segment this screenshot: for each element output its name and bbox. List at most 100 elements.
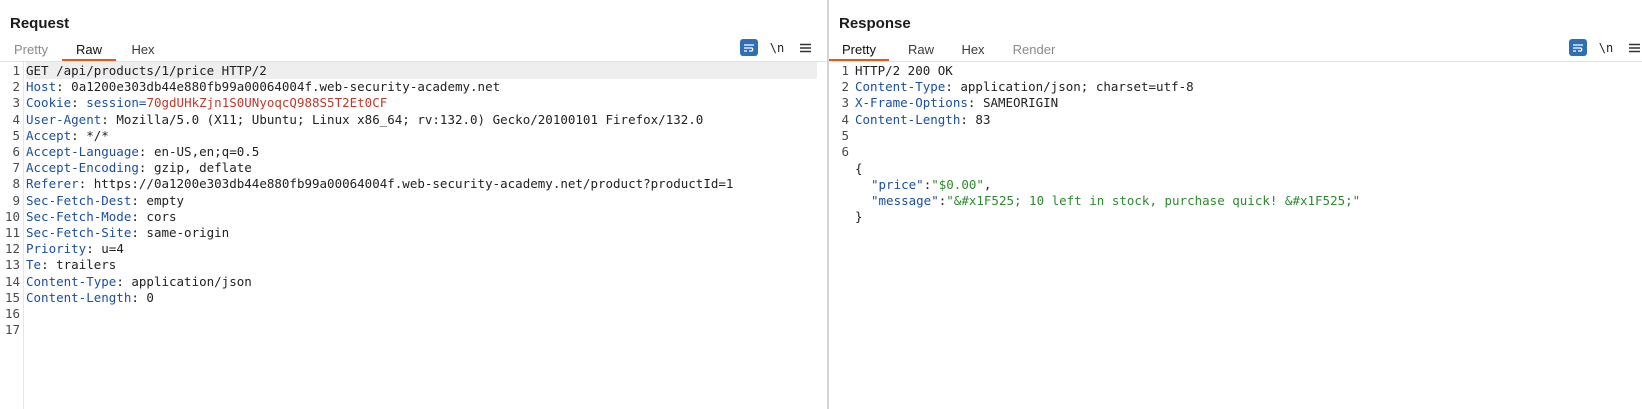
header-separator: : bbox=[71, 127, 87, 143]
header-separator: : bbox=[967, 95, 983, 111]
header-name: Accept-Language bbox=[26, 144, 139, 159]
line-number: 4 bbox=[841, 111, 849, 127]
header-value: Mozilla/5.0 (X11; Ubuntu; Linux x86_64; … bbox=[116, 111, 704, 127]
request-tab-raw[interactable]: Raw bbox=[62, 39, 116, 61]
request-line: 16 bbox=[0, 305, 817, 322]
response-toolbar: \n bbox=[1569, 39, 1642, 56]
header-value: SAMEORIGIN bbox=[982, 95, 1059, 111]
header-separator: : bbox=[101, 111, 117, 127]
line-number: 10 bbox=[4, 208, 20, 224]
header-name: Content-Type bbox=[26, 273, 117, 289]
header-value: trailers bbox=[56, 257, 117, 273]
response-line: 3 X-Frame-Options: SAMEORIGIN bbox=[829, 94, 1632, 111]
request-line: 12 Priority: u=4 bbox=[0, 240, 817, 257]
request-tab-pretty[interactable]: Pretty bbox=[10, 39, 52, 61]
header-value: gzip, deflate bbox=[153, 160, 252, 176]
line-number: 14 bbox=[4, 273, 20, 289]
response-editor[interactable]: 1 HTTP/2 200 OK 2 Content-Type: application… bbox=[829, 62, 1642, 409]
response-line: 5 bbox=[829, 127, 1632, 144]
line-number: 6 bbox=[12, 144, 20, 159]
header-value: u=4 bbox=[101, 241, 124, 257]
response-menu-button[interactable] bbox=[1625, 39, 1642, 56]
header-value: session= bbox=[86, 95, 147, 111]
header-value: cors bbox=[146, 208, 177, 224]
response-tab-raw[interactable]: Raw bbox=[895, 39, 947, 61]
response-line: 2 Content-Type: application/json; charset… bbox=[829, 78, 1632, 95]
json-close-brace: } bbox=[855, 209, 863, 224]
header-separator: : bbox=[131, 208, 147, 224]
request-editor[interactable]: 1 GET /api/products/1/price HTTP/2 2 Host: … bbox=[0, 62, 827, 409]
request-line: 13 Te: trailers bbox=[0, 256, 817, 273]
header-separator: : bbox=[138, 160, 154, 176]
line-number: 11 bbox=[4, 225, 20, 240]
header-value: 83 bbox=[975, 111, 991, 127]
request-pane: Request Pretty Raw Hex \n 1 GET /api/prod… bbox=[0, 0, 827, 409]
line-number: 12 bbox=[4, 241, 20, 257]
request-line: 2 Host: 0a1200e303db44e880fb99a00064004f.… bbox=[0, 78, 817, 95]
request-line: 1 GET /api/products/1/price HTTP/2 bbox=[0, 62, 817, 79]
request-line: 6 Accept-Language: en-US,en;q=0.5 bbox=[0, 143, 817, 160]
line-number: 2 bbox=[12, 79, 20, 95]
header-name: User-Agent bbox=[26, 111, 102, 127]
response-tabs: Pretty Raw Hex Render bbox=[829, 39, 1069, 61]
line-number: 1 bbox=[12, 63, 20, 78]
wrap-lines-icon bbox=[744, 43, 754, 52]
header-value: https://0a1200e303db44e880fb99a00064004f… bbox=[93, 176, 734, 192]
response-wrap-lines-button[interactable] bbox=[1569, 39, 1587, 56]
line-number: 2 bbox=[841, 79, 849, 95]
request-line: 9 Sec-Fetch-Dest: empty bbox=[0, 192, 817, 209]
request-tab-hex[interactable]: Hex bbox=[118, 39, 168, 61]
response-show-newlines-button[interactable]: \n bbox=[1597, 39, 1615, 56]
header-separator: : bbox=[131, 225, 147, 240]
line-number: 3 bbox=[841, 95, 849, 111]
response-line: 4 Content-Length: 83 bbox=[829, 111, 1632, 128]
header-value: 0a1200e303db44e880fb99a00064004f.web-sec… bbox=[71, 79, 501, 95]
header-separator: : bbox=[71, 95, 87, 111]
response-tab-hex[interactable]: Hex bbox=[947, 39, 999, 61]
header-separator: : bbox=[41, 257, 57, 273]
header-separator: : bbox=[131, 192, 147, 208]
header-separator: : bbox=[945, 79, 961, 95]
header-name: Accept-Encoding bbox=[26, 160, 139, 176]
header-name: Content-Length bbox=[26, 289, 132, 305]
header-value: en-US,en;q=0.5 bbox=[153, 144, 260, 159]
header-name: Sec-Fetch-Dest bbox=[26, 192, 132, 208]
header-name: Sec-Fetch-Mode bbox=[26, 208, 132, 224]
header-separator: : bbox=[56, 79, 72, 95]
header-name: Priority bbox=[26, 241, 87, 257]
cookie-session-value: 70gdUHkZjn1S0UNyoqcQ988S5T2Et0CF bbox=[146, 95, 388, 111]
request-line: 3 Cookie: session=70gdUHkZjn1S0UNyoqcQ988… bbox=[0, 94, 817, 111]
newline-icon: \n bbox=[1598, 40, 1614, 55]
line-number: 16 bbox=[4, 306, 20, 321]
header-name: Sec-Fetch-Site bbox=[26, 225, 132, 240]
request-menu-button[interactable] bbox=[796, 39, 814, 56]
request-toolbar: \n bbox=[740, 39, 814, 56]
header-name: Accept bbox=[26, 127, 72, 143]
request-line-text: GET /api/products/1/price HTTP/2 bbox=[26, 63, 267, 78]
request-wrap-lines-button[interactable] bbox=[740, 39, 758, 56]
header-name: Cookie bbox=[26, 95, 72, 111]
header-separator: : bbox=[116, 273, 132, 289]
header-separator: : bbox=[86, 241, 102, 257]
response-tab-pretty[interactable]: Pretty bbox=[829, 39, 889, 61]
line-number: 1 bbox=[841, 63, 849, 78]
wrap-lines-icon bbox=[1573, 43, 1583, 52]
response-tab-render[interactable]: Render bbox=[999, 39, 1069, 61]
newline-icon: \n bbox=[769, 40, 785, 55]
header-separator: : bbox=[138, 144, 154, 159]
request-show-newlines-button[interactable]: \n bbox=[768, 39, 786, 56]
header-separator: : bbox=[131, 289, 147, 305]
line-number: 4 bbox=[12, 111, 20, 127]
request-line-text: HTTP/2 200 OK bbox=[855, 63, 953, 78]
header-name: Content-Type bbox=[855, 79, 946, 95]
request-line: 15 Content-Length: 0 bbox=[0, 289, 817, 306]
header-separator: : bbox=[78, 176, 94, 192]
response-pane: Response Pretty Raw Hex Render \n 1 HTTP/… bbox=[829, 0, 1642, 409]
header-value: empty bbox=[146, 192, 185, 208]
hamburger-menu-icon bbox=[1628, 43, 1640, 52]
request-line: 14 Content-Type: application/json bbox=[0, 273, 817, 290]
line-number: 8 bbox=[12, 176, 20, 192]
header-name: Content-Length bbox=[855, 111, 961, 127]
line-number: 7 bbox=[12, 160, 20, 176]
request-line: 5 Accept: */* bbox=[0, 127, 817, 144]
